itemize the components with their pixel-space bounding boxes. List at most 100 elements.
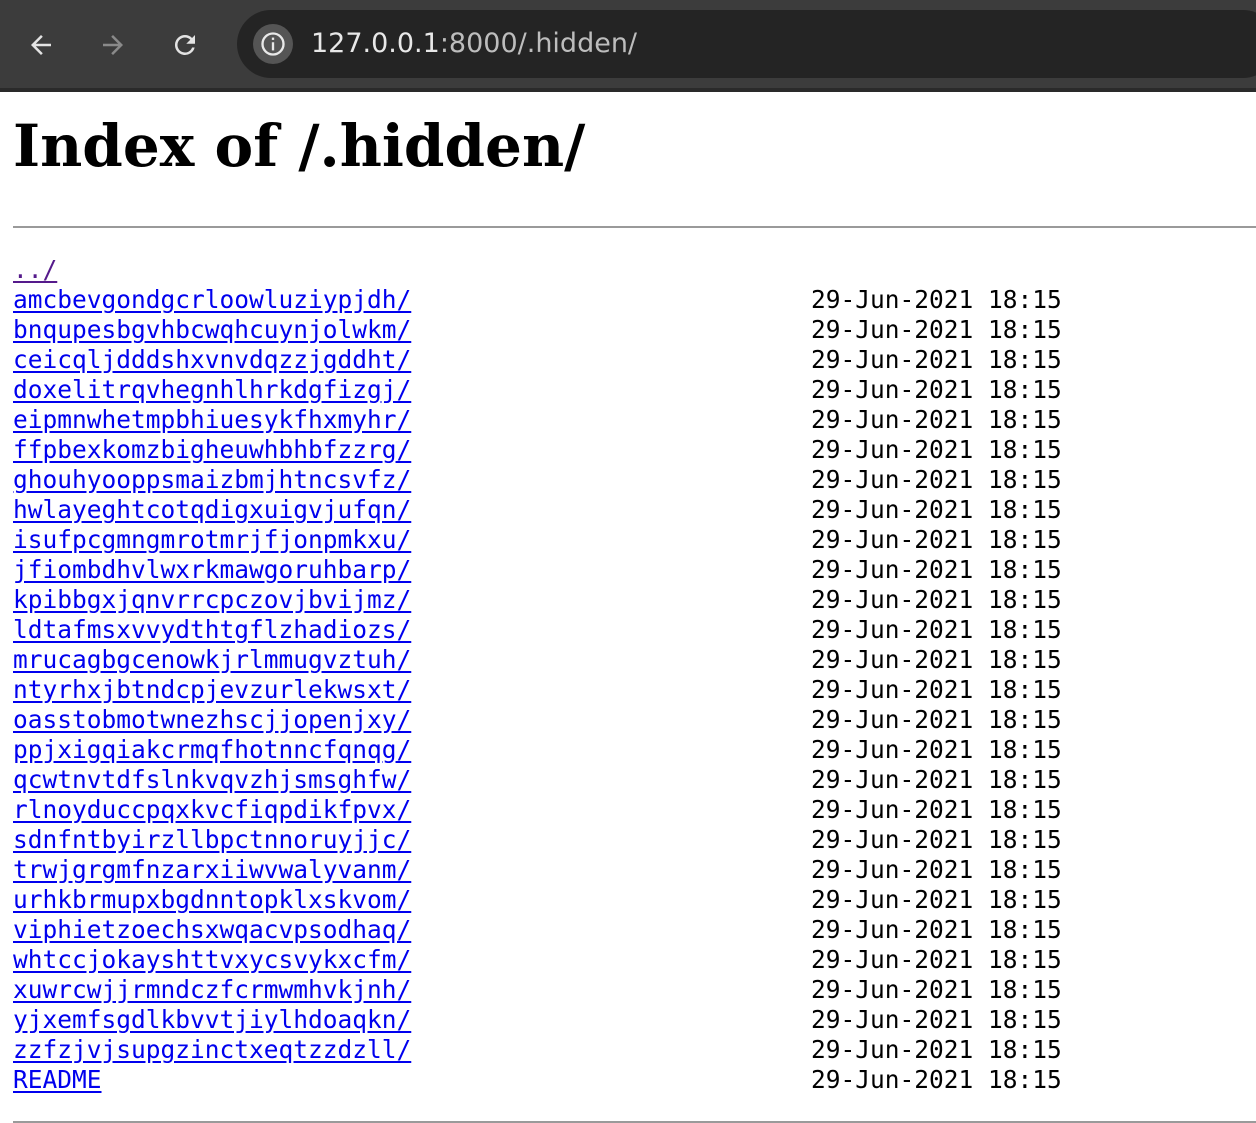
parent-dir-link[interactable]: ../ — [13, 255, 57, 284]
entry-date: 29-Jun-2021 18:15 — [811, 975, 1062, 1004]
reload-button[interactable] — [161, 21, 209, 69]
entry-date: 29-Jun-2021 18:15 — [811, 735, 1062, 764]
list-item: ntyrhxjbtndcpjevzurlekwsxt/29-Jun-2021 1… — [13, 675, 1062, 705]
entry-link[interactable]: ntyrhxjbtndcpjevzurlekwsxt/ — [13, 675, 411, 704]
list-item: isufpcgmngmrotmrjfjonpmkxu/29-Jun-2021 1… — [13, 525, 1062, 555]
list-item: ghouhyooppsmaizbmjhtncsvfz/29-Jun-2021 1… — [13, 465, 1062, 495]
list-item: zzfzjvjsupgzinctxeqtzzdzll/29-Jun-2021 1… — [13, 1035, 1062, 1065]
entry-date: 29-Jun-2021 18:15 — [811, 405, 1062, 434]
entry-link[interactable]: viphietzoechsxwqacvpsodhaq/ — [13, 915, 411, 944]
list-item: kpibbgxjqnvrrcpczovjbvijmz/29-Jun-2021 1… — [13, 585, 1062, 615]
entry-date: 29-Jun-2021 18:15 — [811, 465, 1062, 494]
entry-link[interactable]: ghouhyooppsmaizbmjhtncsvfz/ — [13, 465, 411, 494]
list-item: viphietzoechsxwqacvpsodhaq/29-Jun-2021 1… — [13, 915, 1062, 945]
list-item: ldtafmsxvvydthtgflzhadiozs/29-Jun-2021 1… — [13, 615, 1062, 645]
entry-link[interactable]: xuwrcwjjrmndczfcrmwmhvkjnh/ — [13, 975, 411, 1004]
entry-link[interactable]: sdnfntbyirzllbpctnnoruyjjc/ — [13, 825, 411, 854]
entry-date: 29-Jun-2021 18:15 — [811, 945, 1062, 974]
list-item: qcwtnvtdfslnkvqvzhjsmsghfw/29-Jun-2021 1… — [13, 765, 1062, 795]
parent-dir-row: ../ — [13, 255, 411, 285]
entry-date: 29-Jun-2021 18:15 — [811, 885, 1062, 914]
entry-link[interactable]: kpibbgxjqnvrrcpczovjbvijmz/ — [13, 585, 411, 614]
entry-date: 29-Jun-2021 18:15 — [811, 435, 1062, 464]
url-host: 127.0.0.1 — [311, 28, 440, 59]
list-item: amcbevgondgcrloowluziypjdh/29-Jun-2021 1… — [13, 285, 1062, 315]
entry-link[interactable]: ceicqljdddshxvnvdqzzjgddht/ — [13, 345, 411, 374]
entry-link[interactable]: ffpbexkomzbigheuwhbhbfzzrg/ — [13, 435, 411, 464]
list-item: ceicqljdddshxvnvdqzzjgddht/29-Jun-2021 1… — [13, 345, 1062, 375]
entry-date: 29-Jun-2021 18:15 — [811, 705, 1062, 734]
reload-icon — [174, 34, 195, 55]
list-item: yjxemfsgdlkbvvtjiylhdoaqkn/29-Jun-2021 1… — [13, 1005, 1062, 1035]
entry-date: 29-Jun-2021 18:15 — [811, 1035, 1062, 1064]
entry-date: 29-Jun-2021 18:15 — [811, 285, 1062, 314]
directory-listing: ../ amcbevgondgcrloowluziypjdh/29-Jun-20… — [13, 255, 1062, 1095]
entry-date: 29-Jun-2021 18:15 — [811, 315, 1062, 344]
entry-link[interactable]: zzfzjvjsupgzinctxeqtzzdzll/ — [13, 1035, 411, 1064]
list-item: doxelitrqvhegnhlhrkdgfizgj/29-Jun-2021 1… — [13, 375, 1062, 405]
list-item: ffpbexkomzbigheuwhbhbfzzrg/29-Jun-2021 1… — [13, 435, 1062, 465]
entry-link[interactable]: qcwtnvtdfslnkvqvzhjsmsghfw/ — [13, 765, 411, 794]
entry-date: 29-Jun-2021 18:15 — [811, 585, 1062, 614]
list-item: rlnoyduccpqxkvcfiqpdikfpvx/29-Jun-2021 1… — [13, 795, 1062, 825]
entry-list: amcbevgondgcrloowluziypjdh/29-Jun-2021 1… — [13, 285, 1062, 1095]
url-text[interactable]: 127.0.0.1:8000/.hidden/ — [311, 10, 637, 78]
info-icon — [261, 32, 285, 56]
browser-toolbar: 127.0.0.1:8000/.hidden/ — [0, 0, 1256, 92]
entry-link[interactable]: doxelitrqvhegnhlhrkdgfizgj/ — [13, 375, 411, 404]
entry-date: 29-Jun-2021 18:15 — [811, 855, 1062, 884]
entry-link[interactable]: ppjxigqiakcrmqfhotnncfqnqg/ — [13, 735, 411, 764]
entry-link[interactable]: hwlayeghtcotqdigxuigvjufqn/ — [13, 495, 411, 524]
entry-date: 29-Jun-2021 18:15 — [811, 1065, 1062, 1094]
entry-date: 29-Jun-2021 18:15 — [811, 825, 1062, 854]
entry-date: 29-Jun-2021 18:15 — [811, 765, 1062, 794]
list-item: sdnfntbyirzllbpctnnoruyjjc/29-Jun-2021 1… — [13, 825, 1062, 855]
list-item: hwlayeghtcotqdigxuigvjufqn/29-Jun-2021 1… — [13, 495, 1062, 525]
list-item: oasstobmotwnezhscjjopenjxy/29-Jun-2021 1… — [13, 705, 1062, 735]
entry-date: 29-Jun-2021 18:15 — [811, 615, 1062, 644]
toolbar-divider — [0, 88, 1256, 92]
entry-link[interactable]: jfiombdhvlwxrkmawgoruhbarp/ — [13, 555, 411, 584]
entry-link[interactable]: amcbevgondgcrloowluziypjdh/ — [13, 285, 411, 314]
entry-link[interactable]: mrucagbgcenowkjrlmmugvztuh/ — [13, 645, 411, 674]
list-item: xuwrcwjjrmndczfcrmwmhvkjnh/29-Jun-2021 1… — [13, 975, 1062, 1005]
list-item: jfiombdhvlwxrkmawgoruhbarp/29-Jun-2021 1… — [13, 555, 1062, 585]
entry-link[interactable]: yjxemfsgdlkbvvtjiylhdoaqkn/ — [13, 1005, 411, 1034]
entry-link[interactable]: whtccjokayshttvxycsvykxcfm/ — [13, 945, 411, 974]
entry-date: 29-Jun-2021 18:15 — [811, 375, 1062, 404]
entry-date: 29-Jun-2021 18:15 — [811, 645, 1062, 674]
list-item: whtccjokayshttvxycsvykxcfm/29-Jun-2021 1… — [13, 945, 1062, 975]
entry-link[interactable]: README — [13, 1065, 102, 1094]
entry-date: 29-Jun-2021 18:15 — [811, 345, 1062, 374]
entry-link[interactable]: urhkbrmupxbgdnntopklxskvom/ — [13, 885, 411, 914]
entry-date: 29-Jun-2021 18:15 — [811, 525, 1062, 554]
entry-link[interactable]: isufpcgmngmrotmrjfjonpmkxu/ — [13, 525, 411, 554]
entry-date: 29-Jun-2021 18:15 — [811, 795, 1062, 824]
arrow-right-icon — [103, 35, 123, 55]
list-item: trwjgrgmfnzarxiiwvwalyvanm/29-Jun-2021 1… — [13, 855, 1062, 885]
address-bar[interactable]: 127.0.0.1:8000/.hidden/ — [237, 10, 1256, 78]
list-item: README 29-Jun-2021 18:15 — [13, 1065, 1062, 1095]
entry-link[interactable]: bnqupesbgvhbcwqhcuynjolwkm/ — [13, 315, 411, 344]
entry-link[interactable]: eipmnwhetmpbhiuesykfhxmyhr/ — [13, 405, 411, 434]
back-button[interactable] — [17, 21, 65, 69]
top-divider — [13, 226, 1256, 228]
entry-date: 29-Jun-2021 18:15 — [811, 495, 1062, 524]
entry-link[interactable]: rlnoyduccpqxkvcfiqpdikfpvx/ — [13, 795, 411, 824]
list-item: eipmnwhetmpbhiuesykfhxmyhr/29-Jun-2021 1… — [13, 405, 1062, 435]
entry-link[interactable]: trwjgrgmfnzarxiiwvwalyvanm/ — [13, 855, 411, 884]
site-info-button[interactable] — [253, 24, 293, 64]
list-item: urhkbrmupxbgdnntopklxskvom/29-Jun-2021 1… — [13, 885, 1062, 915]
list-item: bnqupesbgvhbcwqhcuynjolwkm/29-Jun-2021 1… — [13, 315, 1062, 345]
entry-link[interactable]: oasstobmotwnezhscjjopenjxy/ — [13, 705, 411, 734]
list-item: ppjxigqiakcrmqfhotnncfqnqg/29-Jun-2021 1… — [13, 735, 1062, 765]
forward-button[interactable] — [89, 21, 137, 69]
page-title: Index of /.hidden/ — [13, 112, 586, 180]
entry-date: 29-Jun-2021 18:15 — [811, 1005, 1062, 1034]
url-path: :8000/.hidden/ — [439, 28, 638, 59]
entry-link[interactable]: ldtafmsxvvydthtgflzhadiozs/ — [13, 615, 411, 644]
list-item: mrucagbgcenowkjrlmmugvztuh/29-Jun-2021 1… — [13, 645, 1062, 675]
entry-date: 29-Jun-2021 18:15 — [811, 555, 1062, 584]
arrow-left-icon — [31, 35, 51, 55]
entry-date: 29-Jun-2021 18:15 — [811, 915, 1062, 944]
